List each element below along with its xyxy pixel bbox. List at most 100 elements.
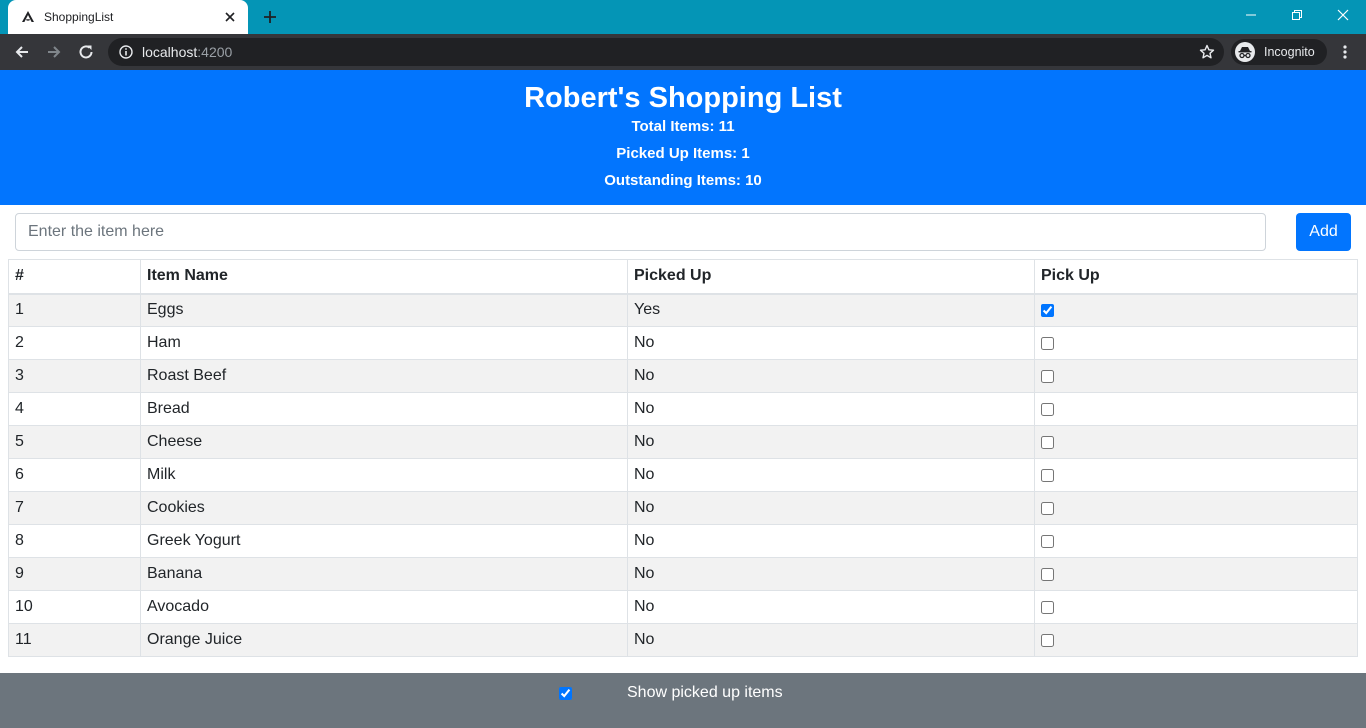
- item-number: 11: [8, 623, 141, 657]
- item-name: Banana: [140, 557, 628, 591]
- item-name-input[interactable]: [15, 213, 1266, 251]
- show-picked-up-label[interactable]: Show picked up items: [627, 683, 783, 703]
- pick-up-checkbox[interactable]: [1041, 369, 1054, 383]
- item-pick-up-cell: [1034, 293, 1358, 327]
- restore-icon[interactable]: [1274, 0, 1320, 30]
- item-pick-up-cell: [1034, 425, 1358, 459]
- close-window-icon[interactable]: [1320, 0, 1366, 30]
- item-pick-up-cell: [1034, 392, 1358, 426]
- item-picked-status: No: [627, 623, 1035, 657]
- item-picked-status: No: [627, 392, 1035, 426]
- pick-up-checkbox[interactable]: [1041, 468, 1054, 482]
- picked-up-items-stat: Picked Up Items: 1: [616, 145, 750, 162]
- show-picked-up-checkbox[interactable]: [559, 687, 572, 700]
- item-pick-up-cell: [1034, 590, 1358, 624]
- angular-logo-icon: [20, 9, 36, 25]
- table-row: 1 Eggs Yes: [8, 293, 1358, 327]
- pick-up-checkbox[interactable]: [1041, 534, 1054, 548]
- pick-up-checkbox[interactable]: [1041, 633, 1054, 647]
- table-row: 2 Ham No: [8, 326, 1358, 360]
- pick-up-checkbox[interactable]: [1041, 567, 1054, 581]
- pick-up-checkbox[interactable]: [1041, 435, 1054, 449]
- item-number: 5: [8, 425, 141, 459]
- minimize-icon[interactable]: [1228, 0, 1274, 30]
- table-row: 10 Avocado No: [8, 590, 1358, 624]
- item-number: 1: [8, 293, 141, 327]
- pick-up-checkbox[interactable]: [1041, 402, 1054, 416]
- item-name: Ham: [140, 326, 628, 360]
- item-number: 4: [8, 392, 141, 426]
- item-number: 10: [8, 590, 141, 624]
- add-item-button[interactable]: Add: [1296, 213, 1351, 251]
- header-pick-up: Pick Up: [1034, 259, 1358, 295]
- item-picked-status: No: [627, 326, 1035, 360]
- table-header-row: # Item Name Picked Up Pick Up: [8, 259, 1358, 295]
- back-arrow-icon[interactable]: [8, 38, 36, 66]
- item-picked-status: No: [627, 359, 1035, 393]
- bookmark-star-icon[interactable]: [1198, 43, 1216, 61]
- table-row: 6 Milk No: [8, 458, 1358, 492]
- total-items-stat: Total Items: 11: [631, 118, 735, 135]
- table-row: 7 Cookies No: [8, 491, 1358, 525]
- url-text: localhost:4200: [142, 44, 232, 60]
- item-name: Bread: [140, 392, 628, 426]
- header-number: #: [8, 259, 141, 295]
- table-row: 4 Bread No: [8, 392, 1358, 426]
- profile-label: Incognito: [1264, 45, 1315, 59]
- item-picked-status: No: [627, 590, 1035, 624]
- item-picked-status: Yes: [627, 293, 1035, 327]
- item-pick-up-cell: [1034, 524, 1358, 558]
- shopping-list-table: # Item Name Picked Up Pick Up 1 Eggs Yes 2 H…: [8, 259, 1358, 657]
- browser-titlebar: ShoppingList: [0, 0, 1366, 34]
- browser-tab[interactable]: ShoppingList: [8, 0, 248, 34]
- table-body: 1 Eggs Yes 2 Ham No 3 Roast Beef No 4 Bread No 5 Chee…: [8, 293, 1358, 657]
- tab-close-icon[interactable]: [222, 9, 238, 25]
- outstanding-items-stat: Outstanding Items: 10: [604, 172, 762, 189]
- url-port: :4200: [197, 44, 233, 60]
- item-picked-status: No: [627, 425, 1035, 459]
- item-name: Roast Beef: [140, 359, 628, 393]
- item-number: 9: [8, 557, 141, 591]
- reload-icon[interactable]: [72, 38, 100, 66]
- item-pick-up-cell: [1034, 326, 1358, 360]
- item-number: 7: [8, 491, 141, 525]
- site-info-icon[interactable]: [118, 44, 134, 60]
- item-name: Orange Juice: [140, 623, 628, 657]
- pick-up-checkbox[interactable]: [1041, 336, 1054, 350]
- incognito-profile-button[interactable]: Incognito: [1231, 39, 1327, 65]
- header-item-name: Item Name: [140, 259, 628, 295]
- pick-up-checkbox[interactable]: [1041, 600, 1054, 614]
- footer-bar: Show picked up items: [0, 673, 1366, 728]
- browser-menu-icon[interactable]: [1334, 40, 1356, 64]
- table-row: 8 Greek Yogurt No: [8, 524, 1358, 558]
- item-pick-up-cell: [1034, 359, 1358, 393]
- item-pick-up-cell: [1034, 491, 1358, 525]
- item-name: Greek Yogurt: [140, 524, 628, 558]
- browser-toolbar: localhost:4200 Incognito: [0, 34, 1366, 70]
- item-number: 8: [8, 524, 141, 558]
- item-picked-status: No: [627, 557, 1035, 591]
- item-name: Avocado: [140, 590, 628, 624]
- item-pick-up-cell: [1034, 623, 1358, 657]
- item-picked-status: No: [627, 491, 1035, 525]
- new-tab-icon[interactable]: [258, 6, 282, 28]
- table-row: 9 Banana No: [8, 557, 1358, 591]
- table-row: 11 Orange Juice No: [8, 623, 1358, 657]
- incognito-icon: [1235, 42, 1255, 62]
- tab-title: ShoppingList: [44, 10, 114, 24]
- page-title: Robert's Shopping List: [524, 82, 842, 114]
- item-pick-up-cell: [1034, 458, 1358, 492]
- item-name: Eggs: [140, 293, 628, 327]
- forward-arrow-icon[interactable]: [40, 38, 68, 66]
- table-row: 3 Roast Beef No: [8, 359, 1358, 393]
- item-name: Cheese: [140, 425, 628, 459]
- item-number: 3: [8, 359, 141, 393]
- url-host: localhost: [142, 44, 198, 60]
- pick-up-checkbox[interactable]: [1041, 501, 1054, 515]
- item-picked-status: No: [627, 458, 1035, 492]
- item-pick-up-cell: [1034, 557, 1358, 591]
- app-header: Robert's Shopping List Total Items: 11 P…: [0, 70, 1366, 205]
- address-bar[interactable]: localhost:4200: [108, 38, 1224, 66]
- item-number: 2: [8, 326, 141, 360]
- pick-up-checkbox[interactable]: [1041, 303, 1054, 317]
